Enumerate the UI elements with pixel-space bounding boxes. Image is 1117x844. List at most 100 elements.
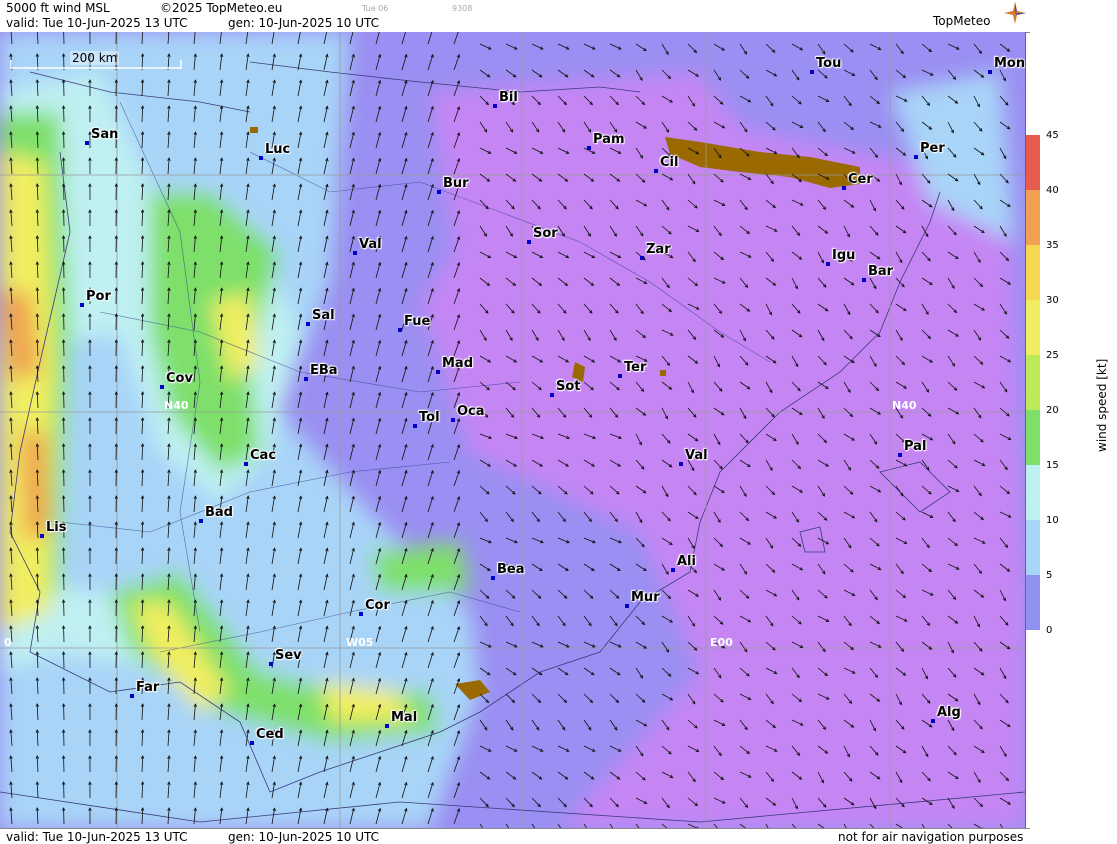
city-label: Val [685,448,708,463]
legend-color-segment [1026,410,1040,465]
city-label: Bur [443,176,469,191]
city-label: Bad [205,505,233,520]
legend-color-segment [1026,135,1040,190]
city-label: Sal [312,308,335,323]
city-label: Far [136,680,159,695]
city-marker [671,568,675,572]
footer-bar: valid: Tue 10-Jun-2025 13 UTC gen: 10-Ju… [0,828,1030,844]
copyright: ©2025 TopMeteo.eu [160,1,282,15]
city-label: Pal [904,439,926,454]
legend-tick-label: 15 [1046,460,1059,471]
city-marker [304,377,308,381]
legend-title: wind speed [kt] [1095,359,1109,452]
city-marker [898,453,902,457]
legend-color-segment [1026,300,1040,355]
city-marker [160,385,164,389]
legend-tick-label: 30 [1046,295,1059,306]
scale-label: 200 km [70,51,119,65]
city-marker [640,256,644,260]
legend-color-segment [1026,465,1040,520]
city-marker [618,374,622,378]
city-label: EBa [310,363,338,378]
city-label: Ter [624,360,646,375]
scale-bar: 200 km [10,58,182,68]
logo-text: TopMeteo [933,14,990,28]
footer-generated-time: gen: 10-Jun-2025 10 UTC [228,830,379,844]
city-label: Cor [365,598,390,613]
legend-color-segment [1026,245,1040,300]
faint-day: Tue 06 [362,4,388,13]
footer-disclaimer: not for air navigation purposes [838,830,1023,844]
header-bar: 5000 ft wind MSL ©2025 TopMeteo.eu Tue 0… [0,0,1030,33]
city-label: Mur [631,590,660,605]
product-title: 5000 ft wind MSL [6,1,110,15]
legend-tick-label: 20 [1046,405,1059,416]
city-label: Cer [848,172,873,187]
city-label: Mal [391,710,417,725]
grid-label-n40-east: N40 [892,399,917,412]
legend-tick-label: 25 [1046,350,1059,361]
city-marker [842,186,846,190]
city-marker [436,370,440,374]
legend-tick-label: 40 [1046,185,1059,196]
faint-code: 9308 [452,4,472,13]
legend-tick-label: 10 [1046,515,1059,526]
city-label: Alg [937,705,961,720]
legend-tick-label: 45 [1046,130,1059,141]
grid-label-n40-west: N40 [164,399,189,412]
legend-color-segment [1026,520,1040,575]
city-label: Val [359,237,382,252]
terrain-spot-north [250,127,258,133]
city-label: Fue [404,314,430,329]
legend-color-segment [1026,190,1040,245]
wind-map[interactable]: N40 N40 W05 E00 0 200 km TouMonBilSanPam… [0,32,1026,829]
city-label: Oca [457,404,485,419]
city-marker [491,576,495,580]
compass-star-icon [1004,2,1026,24]
legend-color-segment [1026,355,1040,410]
topmeteo-logo: TopMeteo [930,2,1026,30]
city-label: Pam [593,132,625,147]
city-marker [679,462,683,466]
city-marker [931,719,935,723]
city-label: Tol [419,410,440,425]
city-marker [259,156,263,160]
city-marker [269,662,273,666]
city-marker [250,741,254,745]
city-label: Cac [250,448,276,463]
city-marker [306,322,310,326]
city-marker [862,278,866,282]
city-label: San [91,127,118,142]
city-marker [826,262,830,266]
city-label: Sev [275,648,302,663]
city-marker [654,169,658,173]
grid-label-w05: W05 [346,636,373,649]
city-label: Ced [256,727,284,742]
valid-time: valid: Tue 10-Jun-2025 13 UTC [6,16,187,30]
city-marker [587,146,591,150]
city-label: Igu [832,248,855,263]
city-marker [413,424,417,428]
legend-color-segment [1026,575,1040,630]
city-label: Cov [166,371,193,386]
city-label: Mad [442,356,473,371]
city-label: Bar [868,264,893,279]
city-label: Zar [646,242,671,257]
city-marker [40,534,44,538]
city-marker [385,724,389,728]
city-marker [437,190,441,194]
city-marker [625,604,629,608]
terrain-spot [660,370,666,376]
legend-tick-label: 35 [1046,240,1059,251]
city-label: Bil [499,90,518,105]
city-marker [451,418,455,422]
city-marker [398,328,402,332]
city-label: Mon [994,56,1025,71]
city-marker [80,303,84,307]
city-marker [810,70,814,74]
city-marker [550,393,554,397]
city-label: Cil [660,155,678,170]
city-marker [85,141,89,145]
grid-label-zero: 0 [4,636,12,649]
city-label: Ali [677,554,696,569]
